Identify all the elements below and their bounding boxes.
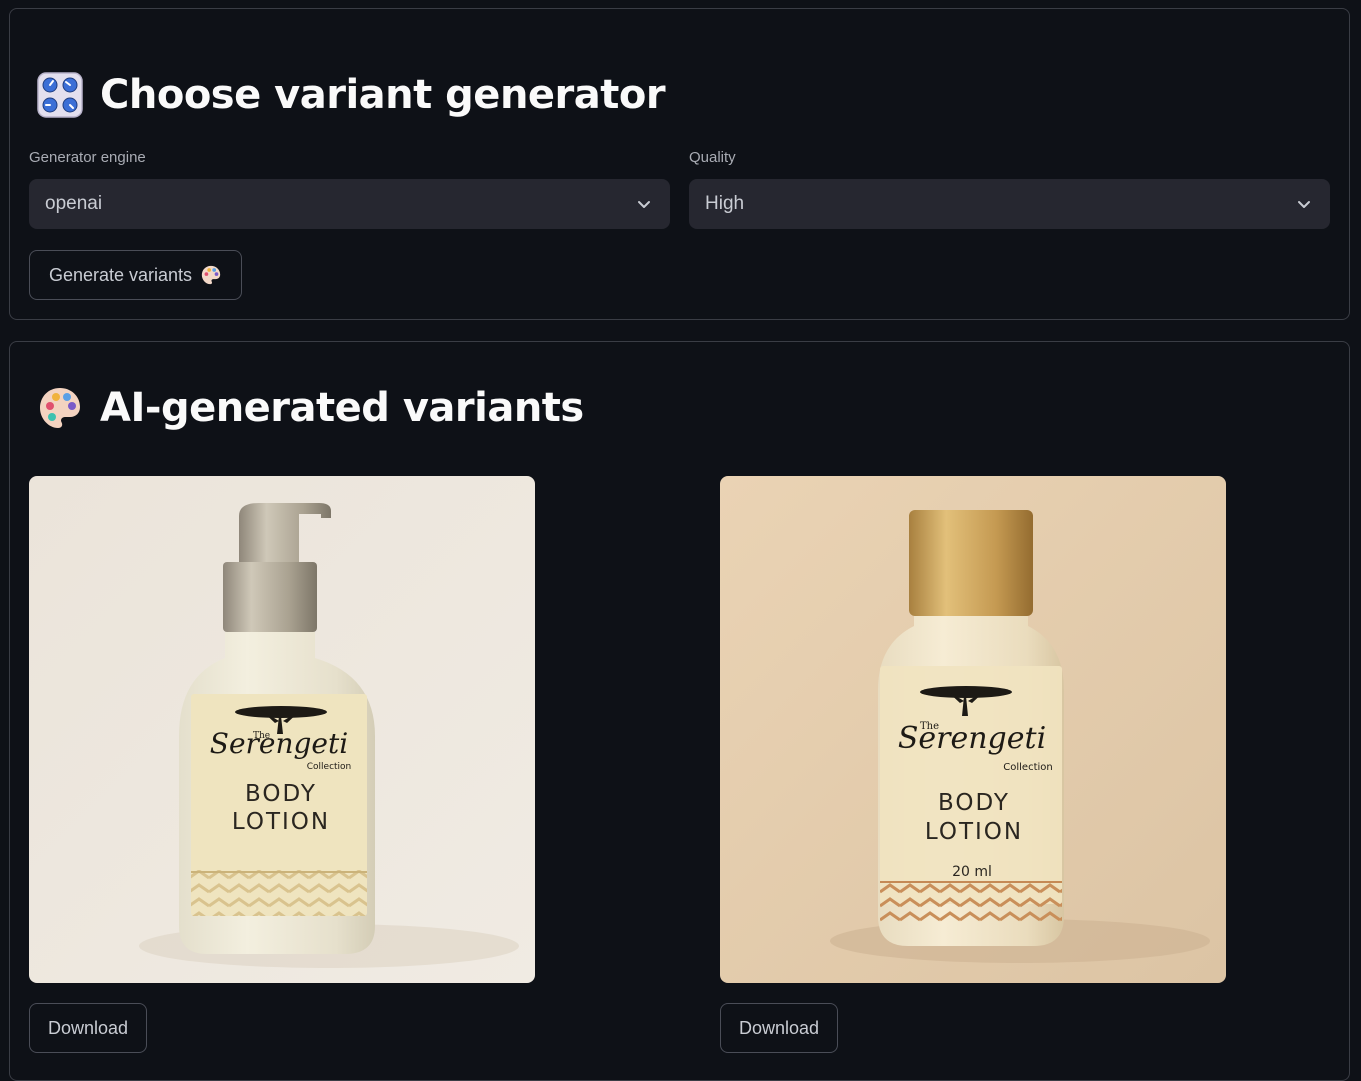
generate-variants-label: Generate variants	[48, 264, 193, 285]
variant-1-brand-name: Serengeti	[210, 727, 348, 760]
variant-image-2: The Serengeti Collection BODY LOTION 20 …	[720, 476, 1226, 983]
control-knobs-icon	[37, 72, 83, 118]
variants-heading: AI-generated variants	[36, 384, 584, 432]
variant-2-bottle-illustration: The Serengeti Collection BODY LOTION 20 …	[720, 476, 1226, 983]
quality-select[interactable]: High	[689, 179, 1330, 229]
variant-2-product-line2: LOTION	[925, 819, 1023, 845]
generator-heading: Choose variant generator	[36, 71, 666, 119]
variant-2-product-line1: BODY	[938, 790, 1010, 816]
artist-palette-icon	[40, 388, 80, 428]
generator-card: Choose variant generator Generator engin…	[9, 8, 1350, 320]
variant-1-brand-collection: Collection	[307, 762, 352, 772]
variant-2-volume: 20 ml	[952, 864, 992, 880]
download-button-1[interactable]: Download	[29, 1003, 147, 1053]
variants-title: AI-generated variants	[100, 385, 584, 431]
variant-image-1: The Serengeti Collection BODY LOTION	[29, 476, 535, 983]
chevron-down-icon	[638, 201, 650, 208]
engine-select[interactable]: openai	[29, 179, 670, 229]
chevron-down-icon	[1298, 201, 1310, 208]
download-button-2[interactable]: Download	[720, 1003, 838, 1053]
download-label-1: Download	[47, 1017, 129, 1038]
engine-value: openai	[45, 193, 103, 214]
generate-variants-button[interactable]: Generate variants	[29, 250, 242, 300]
variant-2-brand-collection: Collection	[1003, 762, 1052, 773]
variant-2-brand-name: Serengeti	[898, 721, 1046, 756]
engine-label: Generator engine	[29, 149, 146, 166]
quality-label: Quality	[689, 149, 736, 166]
variants-card: AI-generated variants The Serengeti Coll…	[9, 341, 1350, 1081]
quality-value: High	[705, 193, 745, 214]
variant-1-product-line1: BODY	[245, 781, 317, 807]
variant-1-product-line2: LOTION	[232, 809, 330, 835]
generator-title: Choose variant generator	[100, 72, 666, 118]
artist-palette-icon	[201, 265, 221, 285]
download-label-2: Download	[738, 1017, 820, 1038]
variant-1-bottle-illustration: The Serengeti Collection BODY LOTION	[29, 476, 535, 983]
